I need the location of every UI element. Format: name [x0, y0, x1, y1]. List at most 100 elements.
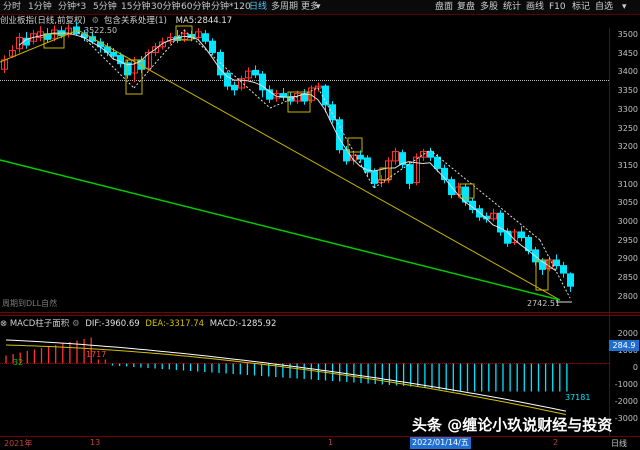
- stroke-segment: [77, 31, 135, 89]
- btn-pankou[interactable]: 盘面: [435, 1, 453, 13]
- candle-body: [9, 50, 16, 57]
- btn-zixuan[interactable]: 自选: [595, 1, 613, 13]
- settings-icon-macd[interactable]: ⚙: [72, 319, 80, 329]
- btn-duogu[interactable]: 多股: [480, 1, 498, 13]
- price-tick: 3400: [617, 67, 638, 77]
- candle-body: [174, 36, 181, 41]
- macd-tick: 2000: [617, 329, 638, 338]
- candle-body: [469, 200, 476, 211]
- containment-box: [287, 91, 311, 113]
- stroke-segment: [133, 29, 185, 89]
- candle-body: [138, 59, 145, 70]
- dropdown-icon[interactable]: ▾: [622, 1, 627, 13]
- btn-huaxian[interactable]: 画线: [526, 1, 544, 13]
- price-tick: 3100: [617, 179, 638, 189]
- support-line: [0, 159, 561, 301]
- candle-body: [124, 62, 131, 76]
- candle-body: [202, 33, 209, 42]
- macd-area-small: 32: [13, 358, 24, 367]
- tab-5min[interactable]: 5分钟: [93, 1, 117, 13]
- price-tick: 3350: [617, 86, 638, 96]
- indicator-name: 包含关系处理(1): [103, 16, 167, 26]
- candlestick-chart[interactable]: [0, 0, 640, 449]
- btn-fupan[interactable]: 复盘: [457, 1, 475, 13]
- containment-box: [175, 25, 193, 41]
- candle-body: [73, 26, 80, 35]
- price-tick: 3200: [617, 142, 638, 152]
- candle-body: [117, 54, 124, 65]
- candle-body: [476, 208, 483, 218]
- candle-body: [504, 230, 511, 244]
- candle-body: [532, 249, 539, 263]
- stroke-segment: [373, 149, 431, 189]
- candle-body: [238, 78, 245, 89]
- candle-body: [152, 46, 159, 53]
- candle-body: [357, 154, 364, 160]
- macd-label: MACD:: [209, 319, 239, 329]
- candle-body: [252, 69, 259, 76]
- containment-box: [347, 137, 363, 153]
- candle-body: [287, 96, 294, 102]
- index-name: 创业板指(日线,前复权): [0, 16, 86, 26]
- containment-box: [459, 183, 475, 199]
- dif-value: -3960.69: [101, 319, 140, 329]
- candle-body: [455, 186, 462, 196]
- candle-body: [336, 119, 343, 151]
- tab-daily[interactable]: 日线: [249, 1, 267, 13]
- tab-30min[interactable]: 30分钟: [151, 1, 180, 13]
- candle-body: [378, 179, 385, 184]
- price-tick: 3050: [617, 198, 638, 208]
- date-axis: 2021年 13 1 2022/01/14/五 2 日线: [0, 436, 640, 450]
- candle-body: [427, 151, 434, 158]
- candle-body: [406, 164, 413, 184]
- containment-box: [125, 59, 143, 95]
- candle-body: [350, 154, 357, 161]
- candle-body: [392, 151, 399, 162]
- chevron-down-icon[interactable]: ▾: [316, 1, 321, 13]
- candle-body: [518, 231, 525, 239]
- stroke-segment: [539, 239, 571, 299]
- price-tick: 3450: [617, 48, 638, 58]
- tab-multi-period[interactable]: 多周期: [271, 1, 298, 13]
- price-tick: 2950: [617, 235, 638, 245]
- tab-60min[interactable]: 60分钟: [181, 1, 210, 13]
- low-price-label: 2742.51: [527, 299, 561, 308]
- trend-line: [77, 29, 561, 301]
- candle-body: [273, 93, 280, 99]
- tab-1min[interactable]: 1分钟: [28, 1, 52, 13]
- candle-body: [413, 156, 420, 184]
- candle-body: [217, 51, 224, 76]
- macd-area-positive: 1717: [86, 350, 107, 359]
- price-tick: 2800: [617, 291, 638, 301]
- tab-3min[interactable]: 分钟*3: [58, 1, 86, 13]
- candle-body: [181, 33, 188, 40]
- macd-area-negative: 37181: [565, 393, 591, 402]
- candle-body: [23, 37, 30, 46]
- date-2021: 2021年: [4, 439, 33, 448]
- tab-120min[interactable]: 分钟*120: [211, 1, 251, 13]
- btn-biaoji[interactable]: 标记: [572, 1, 590, 13]
- ma-value: 2844.17: [197, 16, 233, 26]
- candle-body: [301, 93, 308, 102]
- candle-body: [420, 151, 427, 158]
- tab-fenshi[interactable]: 分时: [3, 1, 21, 13]
- price-tick: 3150: [617, 160, 638, 170]
- settings-icon[interactable]: ⚙: [92, 16, 100, 26]
- date-cursor: 2022/01/14/五: [410, 437, 471, 449]
- tab-15min[interactable]: 15分钟: [121, 1, 150, 13]
- candle-body: [110, 51, 117, 57]
- macd-value: -1285.92: [238, 319, 277, 329]
- dif-label: DIF:: [85, 319, 102, 329]
- close-icon[interactable]: ⊗: [0, 319, 7, 329]
- btn-f10[interactable]: F10: [549, 1, 566, 13]
- date-1: 1: [328, 438, 334, 447]
- candle-body: [188, 33, 195, 38]
- btn-tongji[interactable]: 统计: [503, 1, 521, 13]
- candle-body: [546, 259, 553, 270]
- candle-body: [511, 231, 518, 243]
- candle-body: [434, 156, 441, 169]
- candle-body: [231, 84, 238, 91]
- stroke-segment: [269, 87, 319, 109]
- candle-body: [553, 259, 560, 267]
- candle-body: [1, 59, 8, 70]
